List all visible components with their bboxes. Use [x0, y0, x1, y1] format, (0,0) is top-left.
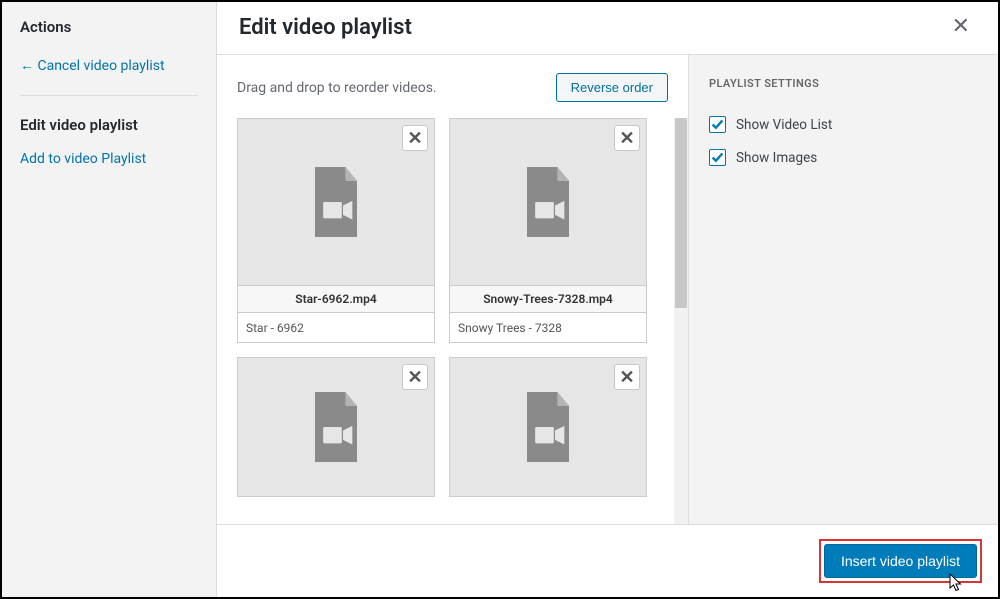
sidebar-title: Actions	[2, 18, 216, 50]
video-thumbnail[interactable]: ✕	[237, 118, 435, 286]
scrollbar[interactable]	[674, 118, 688, 524]
actions-sidebar: Actions ← Cancel video playlist Edit vid…	[2, 2, 217, 597]
modal-header: Edit video playlist ✕	[217, 2, 998, 55]
cancel-playlist-link[interactable]: ← Cancel video playlist	[2, 50, 216, 81]
remove-video-icon[interactable]: ✕	[402, 125, 428, 151]
checkbox-checked-icon[interactable]	[709, 116, 726, 133]
page-title: Edit video playlist	[239, 15, 412, 40]
video-file-icon	[520, 166, 576, 238]
show-images-label: Show Images	[736, 150, 817, 166]
close-icon[interactable]: ✕	[946, 14, 976, 40]
video-file-icon	[308, 166, 364, 238]
show-video-list-option[interactable]: Show Video List	[709, 108, 978, 141]
insert-playlist-button[interactable]: Insert video playlist	[824, 544, 977, 578]
video-grid: ✕ Star-6962.mp4	[237, 118, 670, 524]
reorder-hint: Drag and drop to reorder videos.	[237, 80, 437, 96]
video-file-icon	[308, 391, 364, 463]
video-item[interactable]: ✕	[449, 357, 647, 497]
video-thumbnail[interactable]: ✕	[237, 357, 435, 497]
checkbox-checked-icon[interactable]	[709, 149, 726, 166]
video-filename: Snowy-Trees-7328.mp4	[449, 286, 647, 313]
reverse-order-button[interactable]: Reverse order	[556, 73, 668, 102]
video-item[interactable]: ✕	[237, 357, 435, 497]
video-thumbnail[interactable]: ✕	[449, 118, 647, 286]
video-item[interactable]: ✕ Snowy-Trees-7328.mp4	[449, 118, 647, 343]
settings-title: PLAYLIST SETTINGS	[709, 77, 978, 90]
show-images-option[interactable]: Show Images	[709, 141, 978, 174]
remove-video-icon[interactable]: ✕	[402, 364, 428, 390]
sidebar-separator	[20, 95, 198, 96]
remove-video-icon[interactable]: ✕	[614, 364, 640, 390]
edit-playlist-heading: Edit video playlist	[2, 106, 216, 144]
video-filename: Star-6962.mp4	[237, 286, 435, 313]
playlist-settings-panel: PLAYLIST SETTINGS Show Video List Show I…	[688, 55, 998, 524]
modal-footer: Insert video playlist	[217, 524, 998, 597]
add-to-playlist-link[interactable]: Add to video Playlist	[2, 144, 216, 174]
list-toolbar: Drag and drop to reorder videos. Reverse…	[217, 55, 688, 118]
highlight-box: Insert video playlist	[819, 539, 982, 583]
video-caption-input[interactable]	[237, 313, 435, 343]
show-video-list-label: Show Video List	[736, 117, 832, 133]
scrollbar-thumb[interactable]	[675, 118, 687, 308]
remove-video-icon[interactable]: ✕	[614, 125, 640, 151]
video-file-icon	[520, 391, 576, 463]
video-thumbnail[interactable]: ✕	[449, 357, 647, 497]
video-item[interactable]: ✕ Star-6962.mp4	[237, 118, 435, 343]
video-caption-input[interactable]	[449, 313, 647, 343]
